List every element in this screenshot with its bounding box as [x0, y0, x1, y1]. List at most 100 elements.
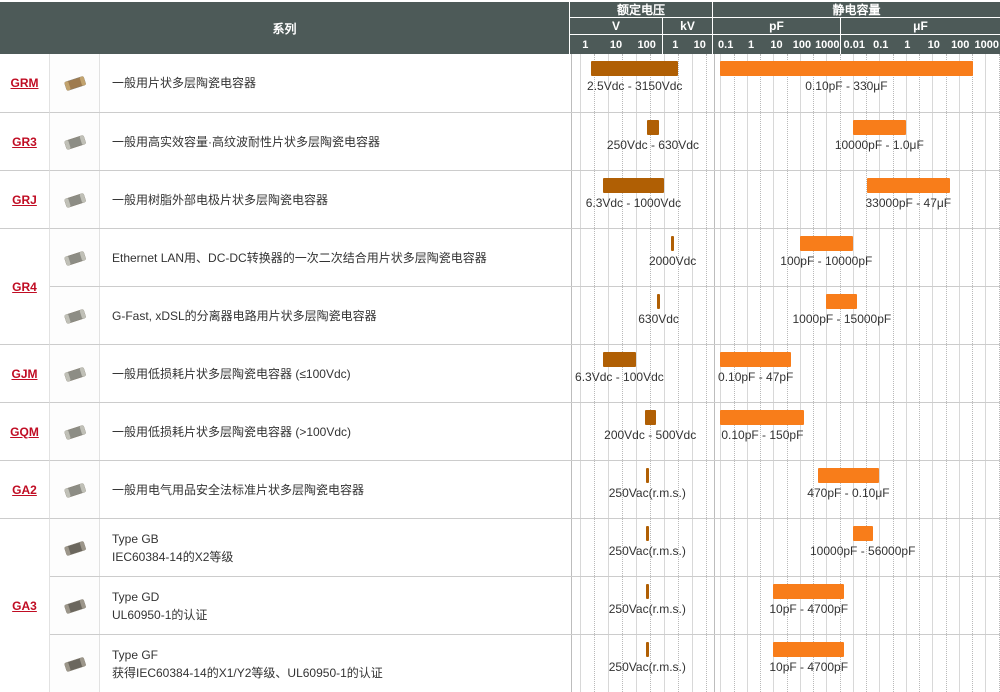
decade-gridline [932, 345, 933, 402]
capacitance-range-label: 10000pF - 1.0μF [835, 138, 924, 152]
capacitance-range-bar [800, 236, 853, 251]
chart-cell: 2.5Vdc - 3150Vdc 0.10pF - 330μF [571, 54, 1000, 112]
decade-gridline [636, 229, 637, 286]
description-text: 一般用树脂外部电极片状多层陶瓷电容器 [112, 191, 561, 209]
capacitance-range-bar [720, 61, 972, 76]
decade-gridline [692, 519, 693, 576]
voltage-range-label: 2.5Vdc - 3150Vdc [587, 79, 682, 93]
decade-gridline [906, 287, 907, 344]
half-decade-gridline [999, 113, 1000, 170]
decade-gridline [853, 403, 854, 460]
series-group: GJM一般用低损耗片状多层陶瓷电容器 (≤100Vdc)6.3Vdc - 100… [0, 344, 1000, 402]
half-decade-gridline [893, 229, 894, 286]
tick-label: 10 [601, 39, 632, 51]
voltage-range-label: 200Vdc - 500Vdc [604, 428, 696, 442]
decade-gridline [773, 113, 774, 170]
chart-cell: 250Vac(r.m.s.)10pF - 4700pF [571, 635, 1000, 692]
decade-gridline [906, 577, 907, 634]
capacitance-range-bar [818, 468, 880, 483]
description-cell: 一般用电气用品安全法标准片状多层陶瓷电容器 [100, 461, 571, 518]
decade-gridline [608, 229, 609, 286]
half-decade-gridline [760, 519, 761, 576]
capacitor-chip-icon [61, 190, 89, 210]
half-decade-gridline [946, 635, 947, 692]
half-decade-gridline [734, 635, 735, 692]
half-decade-gridline [594, 635, 595, 692]
half-decade-gridline [594, 113, 595, 170]
half-decade-gridline [706, 519, 707, 576]
half-decade-gridline [866, 635, 867, 692]
half-decade-gridline [972, 519, 973, 576]
series-link-ga2[interactable]: GA2 [12, 483, 37, 497]
decade-gridline [959, 113, 960, 170]
capacitance-range-label: 0.10pF - 330μF [805, 79, 887, 93]
decade-gridline [932, 635, 933, 692]
half-decade-gridline [999, 54, 1000, 112]
chip-image-cell [50, 345, 100, 402]
half-decade-gridline [999, 519, 1000, 576]
decade-gridline [959, 635, 960, 692]
description-text: 一般用片状多层陶瓷电容器 [112, 74, 561, 92]
voltage-axis-title: 额定电压 [570, 2, 712, 17]
series-link-grj[interactable]: GRJ [12, 193, 37, 207]
decade-gridline [692, 461, 693, 518]
decade-gridline [580, 54, 581, 112]
decade-gridline [580, 635, 581, 692]
decade-gridline [720, 171, 721, 228]
half-decade-gridline [706, 54, 707, 112]
table-row: 一般用片状多层陶瓷电容器 2.5Vdc - 3150Vdc 0.10pF - 330… [50, 54, 1000, 112]
voltage-unit-v: V [570, 18, 662, 34]
half-decade-gridline [734, 461, 735, 518]
half-decade-gridline [760, 577, 761, 634]
description-cell: 一般用高实效容量·高纹波耐性片状多层陶瓷电容器 [100, 113, 571, 170]
chip-image-cell [50, 287, 100, 344]
voltage-range-bar [603, 178, 665, 193]
series-cell: GA3 [0, 518, 50, 692]
description-text-line2: UL60950-1的认证 [112, 606, 561, 624]
series-link-gqm[interactable]: GQM [10, 425, 39, 439]
series-link-ga3[interactable]: GA3 [12, 599, 37, 613]
half-decade-gridline [972, 345, 973, 402]
capacitance-range-label: 0.10pF - 47pF [718, 370, 793, 384]
decade-gridline [959, 229, 960, 286]
capacitor-chip-icon [61, 480, 89, 500]
half-decade-gridline [919, 577, 920, 634]
half-decade-gridline [946, 577, 947, 634]
half-decade-gridline [972, 113, 973, 170]
description-text: Type GF [112, 646, 561, 664]
capacitance-ticks-uf: 0.01 0.1 1 10 100 1000 [841, 35, 1000, 54]
table-header: 系列 额定电压 V kV 1 10 100 1 10 静电容量 [0, 0, 1000, 54]
half-decade-gridline [840, 345, 841, 402]
tick-label: 0.1 [713, 39, 738, 51]
chart-cell: 250Vdc - 630Vdc10000pF - 1.0μF [571, 113, 1000, 170]
series-rows: 一般用高实效容量·高纹波耐性片状多层陶瓷电容器250Vdc - 630Vdc10… [50, 112, 1000, 170]
decade-gridline [664, 345, 665, 402]
decade-gridline [906, 345, 907, 402]
half-decade-gridline [734, 519, 735, 576]
tick-label: 100 [631, 39, 662, 51]
decade-gridline [853, 345, 854, 402]
decade-gridline [826, 171, 827, 228]
capacitance-range-label: 1000pF - 15000pF [793, 312, 892, 326]
half-decade-gridline [760, 171, 761, 228]
series-link-gr4[interactable]: GR4 [12, 280, 37, 294]
series-link-gjm[interactable]: GJM [11, 367, 37, 381]
capacitance-range-bar [853, 120, 906, 135]
half-decade-gridline [972, 287, 973, 344]
capacitance-ticks-pf: 0.1 1 10 100 1000 [713, 35, 840, 54]
capacitance-range-bar [720, 410, 804, 425]
decade-gridline [747, 229, 748, 286]
series-rows: 一般用电气用品安全法标准片状多层陶瓷电容器250Vac(r.m.s.)470pF… [50, 460, 1000, 518]
decade-gridline [879, 577, 880, 634]
half-decade-gridline [622, 229, 623, 286]
series-link-grm[interactable]: GRM [11, 76, 39, 90]
half-decade-gridline [893, 461, 894, 518]
capacitance-axis-title: 静电容量 [713, 2, 1000, 17]
half-decade-gridline [594, 229, 595, 286]
decade-gridline [720, 519, 721, 576]
table-row: 一般用低损耗片状多层陶瓷电容器 (>100Vdc)200Vdc - 500Vdc… [50, 402, 1000, 460]
capacitor-chip-icon [61, 422, 89, 442]
voltage-capacitance-divider [714, 229, 715, 286]
description-cell: Type GBIEC60384-14的X2等级 [100, 519, 571, 576]
series-link-gr3[interactable]: GR3 [12, 135, 37, 149]
